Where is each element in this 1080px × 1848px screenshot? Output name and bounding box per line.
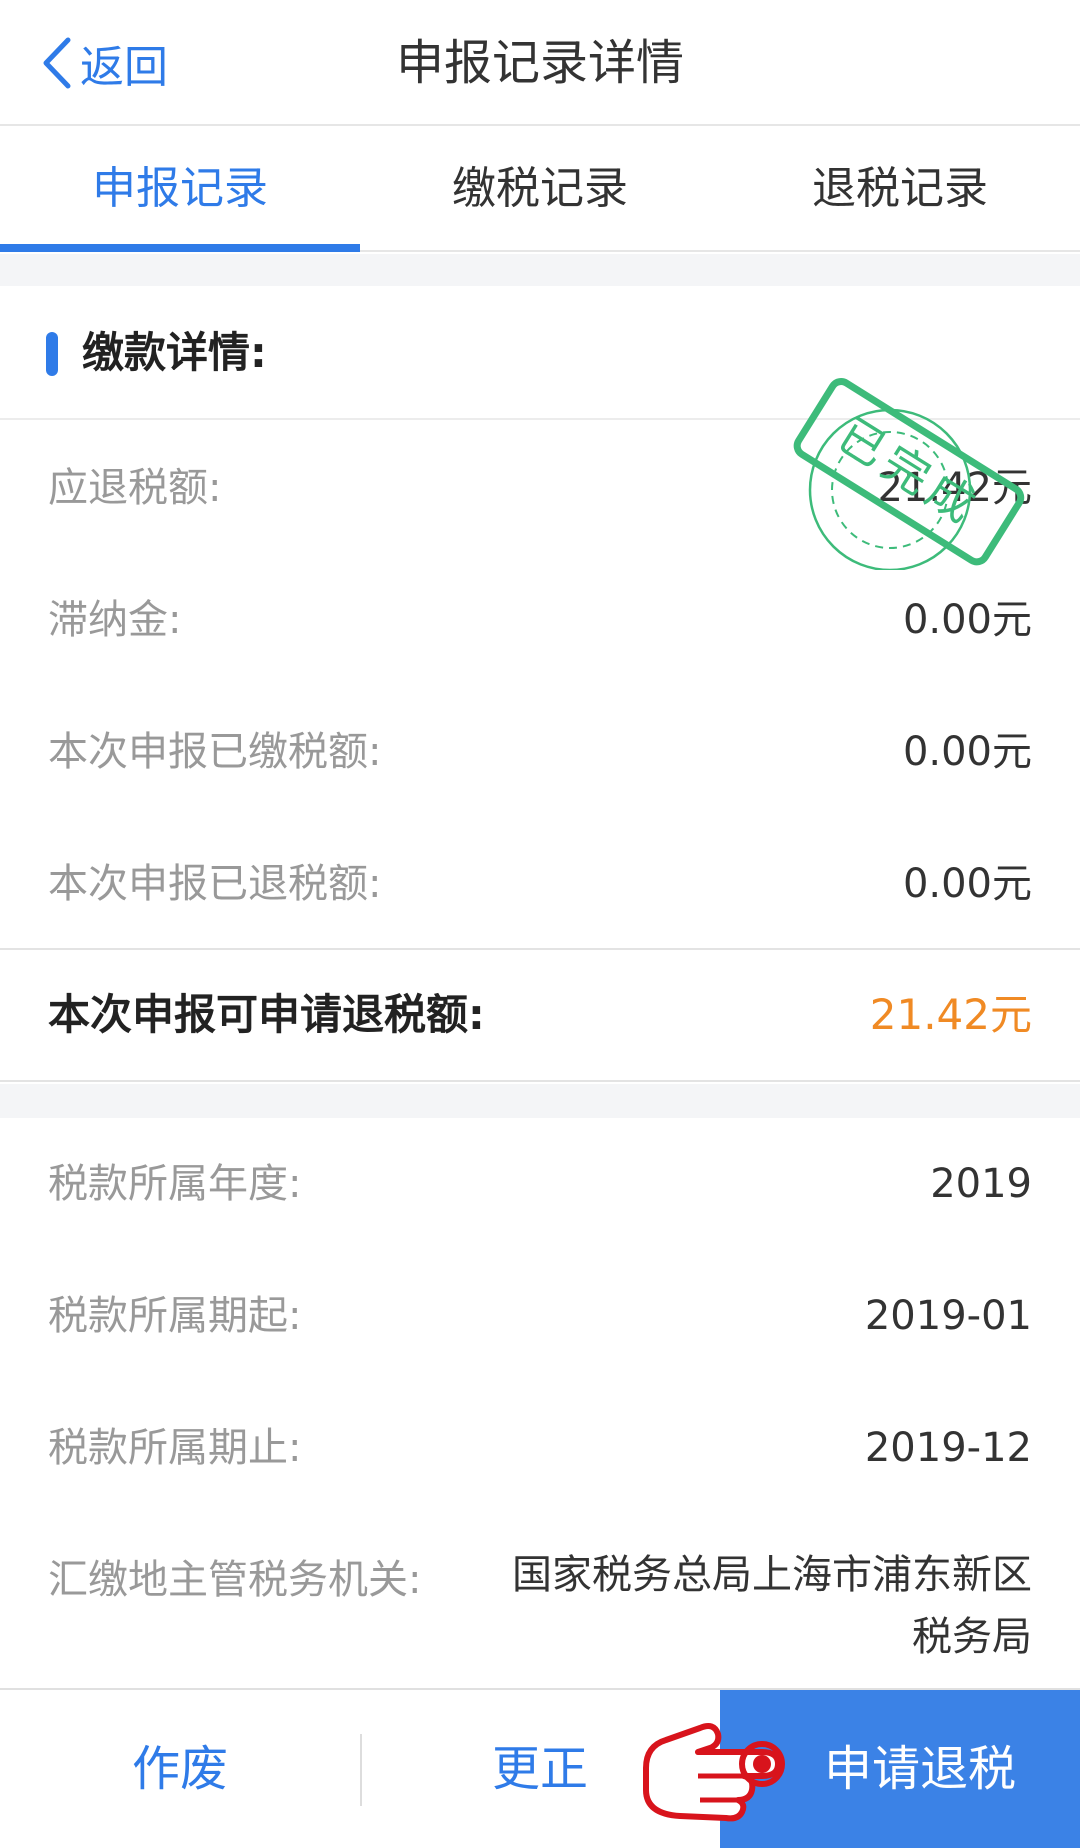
apply-refund-button[interactable]: 申请退税 xyxy=(720,1690,1080,1848)
apply-refund-label: 申请退税 xyxy=(823,1741,1016,1797)
applicable-refund-row: 本次申报可申请退税额: 21.42元 xyxy=(0,948,1080,1082)
detail-row-paid-tax: 本次申报已缴税额: 0.00元 xyxy=(0,686,1080,818)
tax-label: 税款所属期止: xyxy=(48,1425,302,1471)
back-button[interactable]: 返回 xyxy=(40,28,168,98)
tax-label: 汇缴地主管税务机关: xyxy=(48,1557,422,1603)
tab-declaration-records[interactable]: 申报记录 xyxy=(0,126,360,252)
detail-value: 0.00元 xyxy=(902,861,1032,907)
tax-value: 2019-12 xyxy=(864,1425,1032,1471)
section-title: 缴款详情: xyxy=(82,328,267,377)
tax-row-period-start: 税款所属期起: 2019-01 xyxy=(0,1250,1080,1382)
chevron-left-icon xyxy=(43,37,71,89)
section-gap xyxy=(0,254,1080,286)
tax-value: 国家税务总局上海市浦东新区税务局 xyxy=(512,1552,1032,1660)
tax-value: 2019 xyxy=(930,1161,1032,1207)
tax-row-authority: 汇缴地主管税务机关: 国家税务总局上海市浦东新区税务局 xyxy=(0,1514,1080,1670)
back-label: 返回 xyxy=(80,42,168,93)
detail-value: 0.00元 xyxy=(902,597,1032,643)
detail-label: 应退税额: xyxy=(48,465,222,511)
detail-row-refunded-tax: 本次申报已退税额: 0.00元 xyxy=(0,818,1080,950)
payment-details-header: 缴款详情: xyxy=(0,286,1080,420)
detail-label: 滞纳金: xyxy=(48,597,182,643)
tax-value: 2019-01 xyxy=(864,1293,1032,1339)
section-accent-bar xyxy=(46,332,58,376)
tax-label: 税款所属期起: xyxy=(48,1293,302,1339)
detail-value: 0.00元 xyxy=(902,729,1032,775)
tax-row-year: 税款所属年度: 2019 xyxy=(0,1118,1080,1250)
detail-value: 21.42元 xyxy=(877,465,1032,511)
header-bar: 返回 申报记录详情 xyxy=(0,0,1080,126)
tab-refund-records[interactable]: 退税记录 xyxy=(720,126,1080,250)
applicable-refund-label: 本次申报可申请退税额: xyxy=(48,990,485,1039)
tax-label: 税款所属年度: xyxy=(48,1161,302,1207)
applicable-refund-value: 21.42元 xyxy=(869,990,1032,1039)
correct-button[interactable]: 更正 xyxy=(360,1690,720,1848)
tax-row-period-end: 税款所属期止: 2019-12 xyxy=(0,1382,1080,1514)
section-gap xyxy=(0,1084,1080,1118)
bottom-action-bar: 作废 更正 申请退税 xyxy=(0,1688,1080,1848)
detail-label: 本次申报已缴税额: xyxy=(48,729,382,775)
tab-payment-records[interactable]: 缴税记录 xyxy=(360,126,720,250)
detail-label: 本次申报已退税额: xyxy=(48,861,382,907)
record-tabs: 申报记录 缴税记录 退税记录 xyxy=(0,126,1080,252)
void-button[interactable]: 作废 xyxy=(0,1690,360,1848)
detail-row-refundable-tax: 应退税额: 21.42元 xyxy=(0,422,1080,554)
detail-row-late-fee: 滞纳金: 0.00元 xyxy=(0,554,1080,686)
